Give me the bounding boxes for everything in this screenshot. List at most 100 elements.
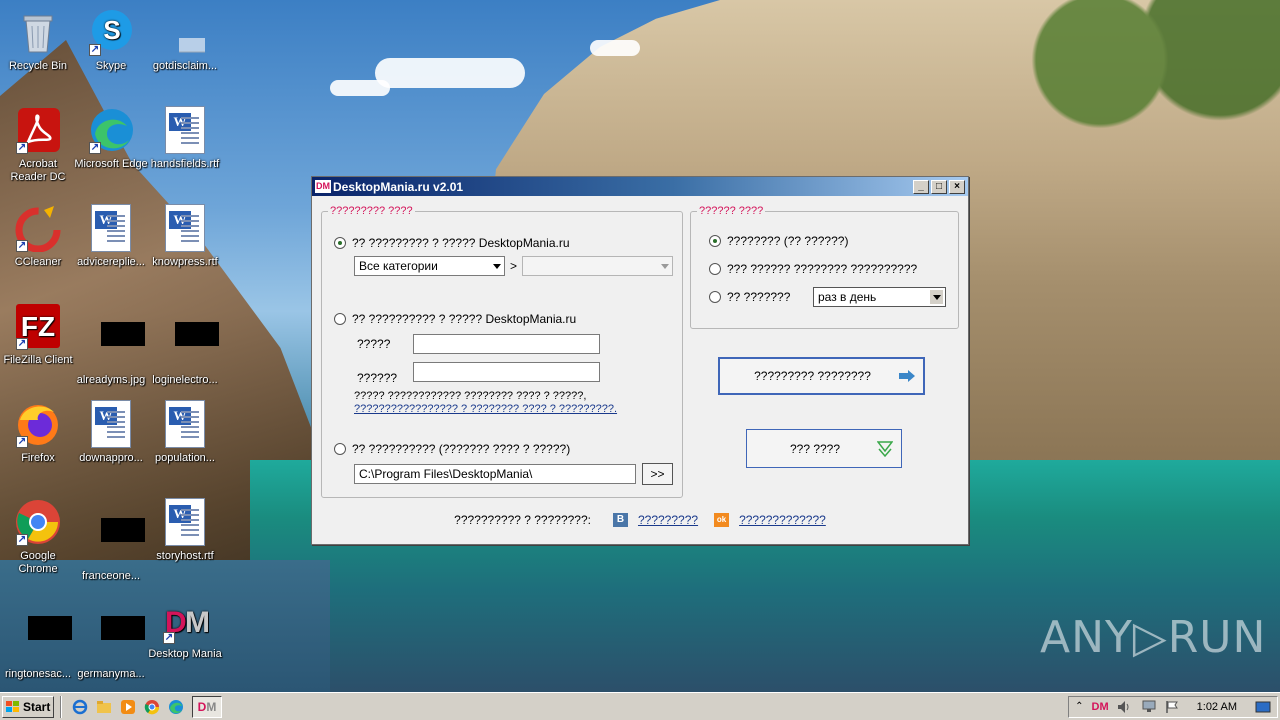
desktop-icon-label: Google Chrome <box>18 550 58 575</box>
radio-button[interactable] <box>709 291 721 303</box>
quicklaunch-explorer[interactable] <box>92 696 116 718</box>
register-link[interactable]: ????????????????? ? ???????? ???? ? ????… <box>354 403 617 416</box>
acrobat-icon: ↗ <box>14 106 62 154</box>
next-wallpaper-button[interactable]: ??? ???? <box>746 429 902 468</box>
desktop-icon-filezilla[interactable]: FZ ↗ FileZilla Client <box>1 302 75 367</box>
word-document-icon: W <box>165 498 205 546</box>
source-option-site-category[interactable]: ?? ????????? ? ????? DesktopMania.ru <box>334 236 570 250</box>
network-icon[interactable] <box>1141 700 1157 714</box>
edge-icon: ↗ <box>87 106 135 154</box>
desktop-icon-germanyma[interactable]: germanyma... <box>74 596 148 681</box>
ccleaner-icon: ↗ <box>14 204 62 253</box>
change-option-2[interactable]: ??? ?????? ???????? ?????????? <box>709 262 917 276</box>
quicklaunch-ie[interactable] <box>68 696 92 718</box>
desktop-icon-desktop-mania[interactable]: DM ↗ Desktop Mania <box>148 596 222 661</box>
desktop-icon-downappro[interactable]: W downappro... <box>74 400 148 465</box>
vk-link[interactable]: ????????? <box>638 513 698 527</box>
desktop-icon-skype[interactable]: S ↗ Skype <box>74 8 148 73</box>
tray-desktopmania-icon[interactable]: DM <box>1092 701 1109 713</box>
desktop-icon-franceone[interactable]: franceone... <box>74 498 148 583</box>
desktop-icon-label: population... <box>155 452 215 464</box>
edge-icon <box>169 699 183 714</box>
desktop-icon-handsfields[interactable]: W handsfields.rtf <box>148 106 222 171</box>
desktop-icon-ringtonesac[interactable]: ringtonesac... <box>1 596 75 681</box>
action-center-flag-icon[interactable] <box>1165 700 1179 714</box>
radio-label: ?? ??????? <box>727 290 791 304</box>
password-input[interactable] <box>413 362 600 382</box>
dropdown-button[interactable] <box>930 290 943 304</box>
change-group: ?????? ???? ???????? (?? ??????) ??? ???… <box>690 205 959 329</box>
desktop-icon-acrobat[interactable]: ↗ Acrobat Reader DC <box>1 106 75 184</box>
desktop-icon-label: CCleaner <box>14 256 62 268</box>
radio-button[interactable] <box>709 235 721 247</box>
shortcut-arrow-icon: ↗ <box>163 632 175 644</box>
shortcut-arrow-icon: ↗ <box>16 338 28 350</box>
browse-button[interactable]: >> <box>642 463 673 485</box>
desktop-icon-knowpress[interactable]: W knowpress.rtf <box>148 204 222 269</box>
start-button[interactable]: Start <box>2 695 54 718</box>
close-button[interactable]: × <box>949 179 965 194</box>
footer-bar: ?????????? ? ????????: B ????????? ok ??… <box>312 513 968 527</box>
desktop-icon-advicereplie[interactable]: W advicereplie... <box>74 204 148 269</box>
quicklaunch-chrome[interactable] <box>140 696 164 718</box>
desktop-icon-loginelectro[interactable]: loginelectro... <box>148 302 222 387</box>
maximize-button[interactable]: □ <box>931 179 947 194</box>
start-label: Start <box>23 699 51 714</box>
desktop-icon-gotdisclaim[interactable]: gotdisclaim... <box>148 8 222 73</box>
category-select[interactable]: Все категории <box>354 256 505 276</box>
source-option-account[interactable]: ?? ?????????? ? ????? DesktopMania.ru <box>334 312 576 326</box>
interval-select[interactable]: раз в день <box>813 287 946 307</box>
quicklaunch-edge[interactable] <box>164 696 188 718</box>
taskbar-app-desktopmania[interactable]: DM <box>192 695 222 718</box>
source-option-folder[interactable]: ?? ?????????? (??????? ???? ? ?????) <box>334 442 570 456</box>
apply-wallpaper-button[interactable]: ????????? ???????? <box>718 357 925 395</box>
change-group-legend: ?????? ???? <box>697 205 766 217</box>
dropdown-arrow-icon <box>933 295 941 300</box>
word-document-icon: W <box>165 204 205 252</box>
image-thumbnail-icon <box>87 518 145 566</box>
dropdown-arrow-icon <box>661 264 669 269</box>
radio-button[interactable] <box>334 443 346 455</box>
word-document-icon: W <box>91 204 131 252</box>
minimize-button[interactable]: _ <box>913 179 929 194</box>
desktop-icon-recycle-bin[interactable]: Recycle Bin <box>1 8 75 73</box>
folder-path-input[interactable]: C:\Program Files\DesktopMania\ <box>354 464 636 484</box>
shortcut-arrow-icon: ↗ <box>89 44 101 56</box>
quicklaunch-media-player[interactable] <box>116 696 140 718</box>
radio-button[interactable] <box>334 313 346 325</box>
chrome-icon: ↗ <box>14 498 62 546</box>
change-option-3[interactable]: ?? ??????? <box>709 290 790 304</box>
radio-button[interactable] <box>709 263 721 275</box>
speaker-icon[interactable] <box>1117 700 1133 714</box>
desktop-icon-label: Recycle Bin <box>8 60 68 72</box>
desktop-icon-ccleaner[interactable]: ↗ CCleaner <box>1 204 75 269</box>
radio-button[interactable] <box>334 237 346 249</box>
image-thumbnail-icon <box>87 322 145 370</box>
desktopmania-icon: DM <box>197 699 217 714</box>
desktop-icon-label: FileZilla Client <box>3 354 73 366</box>
desktop-icon-population[interactable]: W population... <box>148 400 222 465</box>
system-tray: ⌃ DM 1:02 AM <box>1068 695 1278 718</box>
interval-select-value: раз в день <box>818 290 877 304</box>
taskbar: Start DM ⌃ DM 1:02 AM <box>0 692 1280 720</box>
show-hidden-icons-icon[interactable]: ⌃ <box>1075 701 1083 712</box>
odnoklassniki-link[interactable]: ????????????? <box>739 513 826 527</box>
desktop-icon-alreadyms[interactable]: alreadyms.jpg <box>74 302 148 387</box>
desktop-icon-storyhost[interactable]: W storyhost.rtf <box>148 498 222 563</box>
odnoklassniki-icon: ok <box>714 513 730 527</box>
login-input[interactable] <box>413 334 600 354</box>
image-thumbnail-icon <box>161 322 219 370</box>
desktop-icon-chrome[interactable]: ↗ Google Chrome <box>1 498 75 576</box>
anyrun-watermark: ANY▷RUN <box>1040 612 1267 663</box>
dropdown-arrow-icon <box>493 264 501 269</box>
recycle-bin-icon <box>14 8 62 56</box>
desktop-icon-edge[interactable]: ↗ Microsoft Edge <box>74 106 148 171</box>
shortcut-arrow-icon: ↗ <box>16 142 28 154</box>
subcategory-select[interactable] <box>522 256 673 276</box>
clock[interactable]: 1:02 AM <box>1197 701 1237 713</box>
window-titlebar[interactable]: DM DesktopMania.ru v2.01 _ □ × <box>312 177 968 196</box>
show-desktop-icon[interactable] <box>1255 701 1271 713</box>
change-option-1[interactable]: ???????? (?? ??????) <box>709 234 848 248</box>
desktop-icon-label: downappro... <box>79 452 143 464</box>
desktop-icon-firefox[interactable]: ↗ Firefox <box>1 400 75 465</box>
